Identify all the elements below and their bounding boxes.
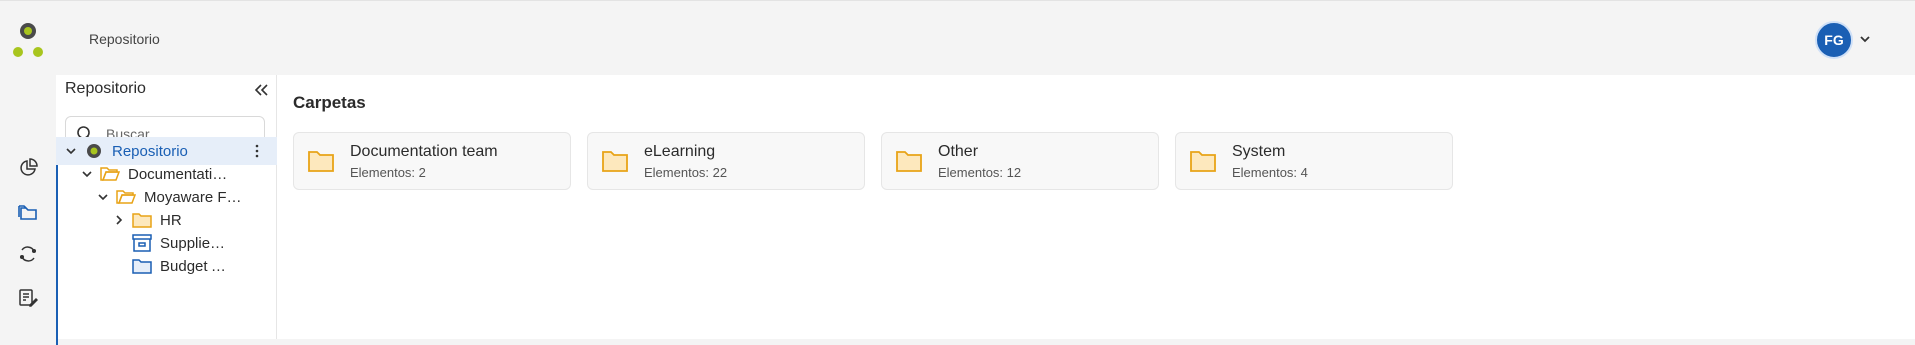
folder-icon xyxy=(132,210,152,230)
repository-sidebar: Repositorio Repositorio Documentation te… xyxy=(56,75,277,345)
folder-count: Elementos: 4 xyxy=(1232,165,1308,180)
tree-item-label: HR xyxy=(160,211,182,229)
app-window: Repositorio FG Repositorio Repositorio xyxy=(0,0,1915,345)
folder-icon xyxy=(896,150,922,174)
folder-count: Elementos: 12 xyxy=(938,165,1022,180)
sidebar-title: Repositorio xyxy=(65,80,146,97)
collapse-sidebar-icon[interactable] xyxy=(252,81,270,99)
folder-name: Other xyxy=(938,143,979,160)
tree-item-label: Budget Approvals xyxy=(160,257,230,275)
avatar-initials: FG xyxy=(1824,32,1844,48)
folder-count: Elementos: 22 xyxy=(644,165,728,180)
top-header: Repositorio xyxy=(56,1,1915,75)
chevron-down-icon[interactable] xyxy=(1858,32,1872,46)
folder-card[interactable]: System Elementos: 4 xyxy=(1175,132,1453,190)
folder-icon xyxy=(308,150,334,174)
tree-item-label: Repositorio xyxy=(112,142,188,160)
archive-icon xyxy=(132,233,152,253)
section-title: Carpetas xyxy=(293,93,366,112)
tree-item-label: Supplier Invoices xyxy=(160,234,230,252)
folder-count: Elementos: 2 xyxy=(350,165,426,180)
chevron-down-icon[interactable] xyxy=(96,190,110,204)
chevron-right-icon[interactable] xyxy=(112,213,126,227)
chevron-down-icon[interactable] xyxy=(80,167,94,181)
more-options-icon[interactable] xyxy=(249,143,265,159)
folder-icon xyxy=(1190,150,1216,174)
user-avatar[interactable]: FG xyxy=(1815,21,1853,59)
folder-name: Documentation team xyxy=(350,143,498,160)
folder-open-icon xyxy=(100,164,120,184)
folder-name: System xyxy=(1232,143,1286,160)
left-rail xyxy=(0,1,56,339)
chevron-down-icon[interactable] xyxy=(64,144,78,158)
tasks-icon[interactable] xyxy=(16,286,40,310)
tree-item-label: Moyaware Foundation xyxy=(144,188,249,206)
folder-card[interactable]: Documentation team Elementos: 2 xyxy=(293,132,571,190)
tree-item-budget[interactable]: Budget Approvals xyxy=(56,252,277,280)
folder-card[interactable]: eLearning Elementos: 22 xyxy=(587,132,865,190)
main-content: Carpetas Documentation team Elementos: 2… xyxy=(277,75,1915,339)
breadcrumb[interactable]: Repositorio xyxy=(89,31,160,47)
folder-card[interactable]: Other Elementos: 12 xyxy=(881,132,1159,190)
dashboard-icon[interactable] xyxy=(16,156,40,180)
tree-item-label: Documentation team xyxy=(128,165,233,183)
folder-icon xyxy=(602,150,628,174)
folder-open-icon xyxy=(116,187,136,207)
sync-icon[interactable] xyxy=(16,242,40,266)
repository-icon xyxy=(84,141,104,161)
folder-blue-icon xyxy=(132,256,152,276)
folder-name: eLearning xyxy=(644,143,716,160)
app-logo[interactable] xyxy=(12,23,44,59)
folders-icon[interactable] xyxy=(16,200,40,224)
